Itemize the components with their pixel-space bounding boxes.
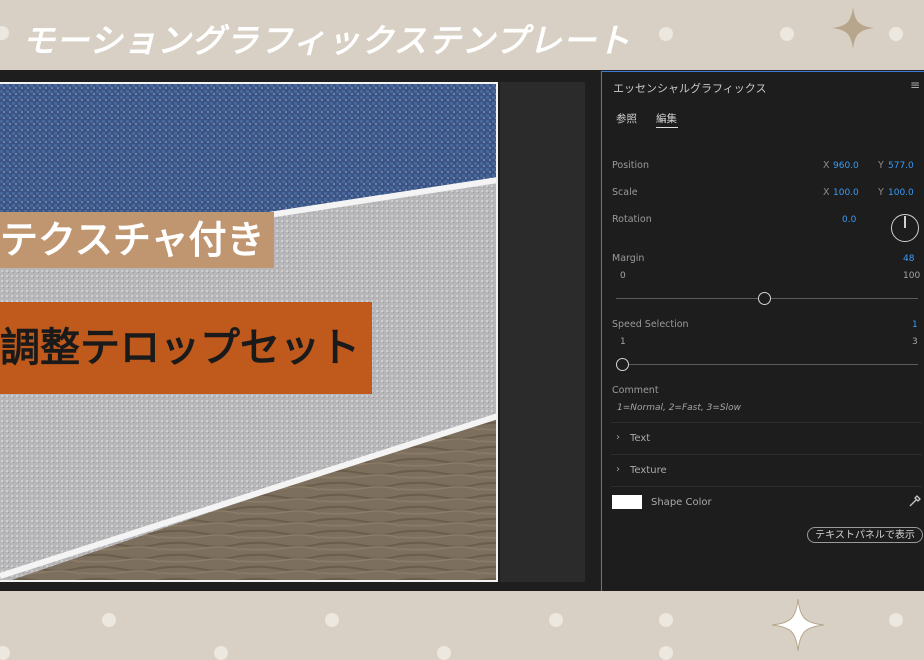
speed-slider-track[interactable] [616, 364, 918, 365]
banner-title: モーショングラフィックステンプレート [22, 21, 631, 60]
margin-label: Margin [612, 253, 645, 264]
scale-x-label: X [823, 187, 830, 198]
rotation-dial[interactable] [891, 214, 919, 242]
sparkle-icon [832, 7, 874, 49]
section-divider [611, 486, 922, 488]
video-preview[interactable]: テクスチャ付き 調整テロップセット [0, 82, 498, 582]
rotation-label: Rotation [612, 214, 652, 225]
comment-text: 1=Normal, 2=Fast, 3=Slow [617, 403, 741, 413]
scale-y-label: Y [878, 187, 884, 198]
margin-min: 0 [620, 271, 626, 281]
section-text[interactable]: › Text [611, 422, 922, 454]
margin-slider-thumb[interactable] [758, 292, 771, 305]
section-texture[interactable]: › Texture [611, 454, 922, 486]
tab-edit[interactable]: 編集 [656, 111, 677, 126]
background-dot [437, 646, 451, 660]
position-label: Position [612, 160, 649, 171]
background-dot [889, 613, 903, 627]
background-dot [0, 646, 10, 660]
rotation-value[interactable]: 0.0 [842, 215, 856, 225]
background-dot [0, 26, 9, 40]
chevron-right-icon: › [616, 464, 620, 475]
background-dot [659, 646, 673, 660]
position-y-label: Y [878, 160, 884, 171]
monitor-side-strip [500, 82, 585, 582]
chevron-right-icon: › [616, 432, 620, 443]
background-dot [780, 27, 794, 41]
show-in-text-panel-button[interactable]: テキストパネルで表示 [807, 527, 923, 543]
scale-label: Scale [612, 187, 638, 198]
margin-max: 100 [903, 271, 921, 281]
speed-value[interactable]: 1 [912, 320, 918, 330]
panel-title: エッセンシャルグラフィックス [613, 82, 767, 95]
eyedropper-icon[interactable] [908, 494, 922, 512]
background-dot [659, 613, 673, 627]
background-dot [549, 613, 563, 627]
shape-color-swatch[interactable] [612, 495, 642, 509]
caption-bottom: 調整テロップセット [0, 302, 372, 394]
hamburger-menu-icon[interactable]: ≡ [910, 78, 920, 92]
shape-color-label: Shape Color [651, 497, 712, 508]
program-monitor: テクスチャ付き 調整テロップセット [0, 70, 600, 591]
active-tab-underline [656, 127, 678, 128]
premiere-window: テクスチャ付き 調整テロップセット エッセンシャルグラフィックス ≡ 参照 編集… [0, 70, 924, 591]
speed-max: 3 [912, 337, 918, 347]
position-y-value[interactable]: 577.0 [888, 161, 914, 171]
speed-slider-thumb[interactable] [616, 358, 629, 371]
tab-browse[interactable]: 参照 [616, 111, 637, 126]
background-dot [214, 646, 228, 660]
speed-min: 1 [620, 337, 626, 347]
essential-graphics-panel: エッセンシャルグラフィックス ≡ 参照 編集 Position X 960.0 … [601, 71, 924, 591]
comment-label: Comment [612, 385, 659, 396]
background-dot [889, 27, 903, 41]
background-dot [325, 613, 339, 627]
background-dot [659, 27, 673, 41]
speed-label: Speed Selection [612, 319, 689, 330]
sparkle-icon [771, 598, 825, 652]
position-x-label: X [823, 160, 830, 171]
position-x-value[interactable]: 960.0 [833, 161, 859, 171]
background-dot [102, 613, 116, 627]
section-text-label: Text [630, 433, 651, 444]
margin-value[interactable]: 48 [903, 254, 914, 264]
scale-x-value[interactable]: 100.0 [833, 188, 859, 198]
scale-y-value[interactable]: 100.0 [888, 188, 914, 198]
section-texture-label: Texture [630, 465, 667, 476]
caption-top: テクスチャ付き [0, 212, 275, 268]
